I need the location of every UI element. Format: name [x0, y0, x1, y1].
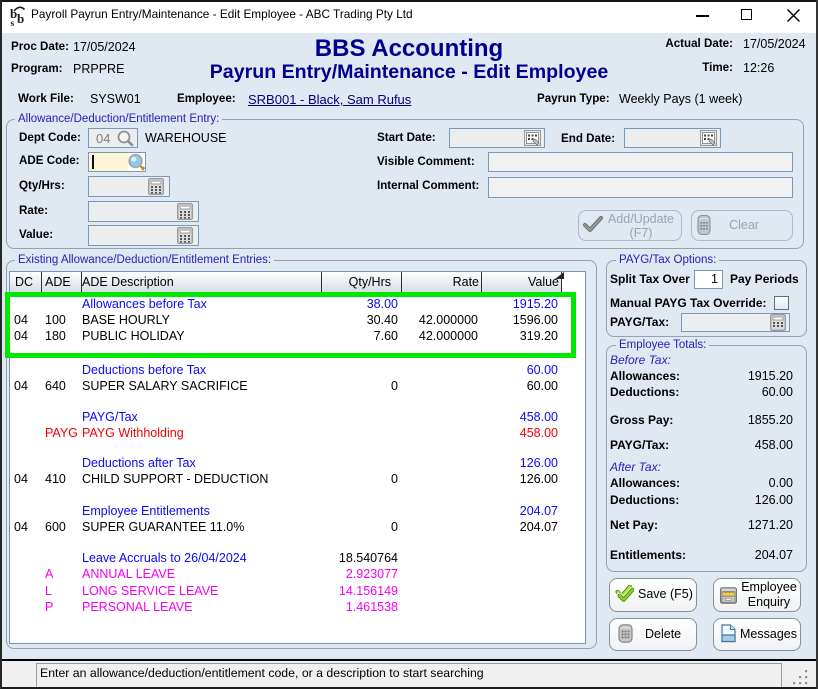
- svg-text:b: b: [17, 11, 24, 26]
- svg-text:s: s: [11, 19, 15, 26]
